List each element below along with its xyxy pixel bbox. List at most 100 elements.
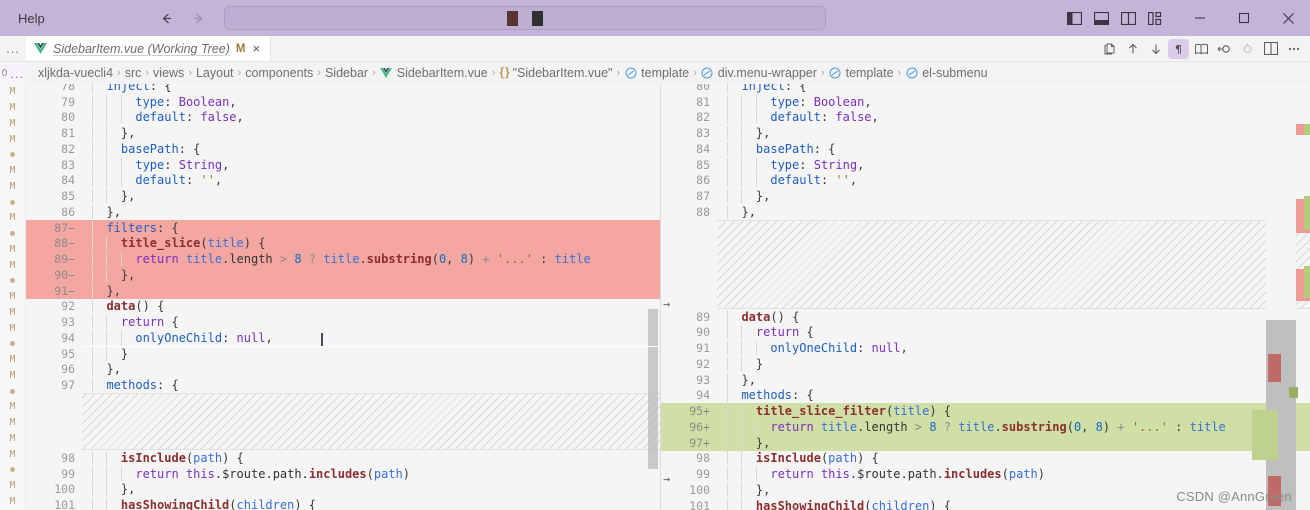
show-unchanged-icon[interactable] (1237, 39, 1258, 59)
line-number[interactable]: 97+ (661, 436, 717, 450)
code-line[interactable]: 81 type: Boolean, (661, 94, 1310, 110)
code-line[interactable]: 88 }, (661, 204, 1310, 220)
code-line[interactable]: 92 data() { (26, 299, 660, 315)
menu-item-help[interactable]: Help (10, 8, 53, 29)
code-line[interactable]: 94 methods: { (661, 388, 1310, 404)
toggle-whitespace-icon[interactable]: ¶ (1168, 38, 1189, 59)
line-number[interactable]: 81 (26, 126, 82, 140)
back-arrow-icon[interactable] (158, 9, 176, 27)
breadcrumb-item-sidebar[interactable]: Sidebar (325, 66, 368, 80)
code-line[interactable]: 100 }, (661, 482, 1310, 498)
code-line[interactable]: 101 hasShowingChild(children) { (26, 497, 660, 510)
line-number[interactable]: 86 (26, 205, 82, 219)
code-text[interactable]: } (717, 356, 1310, 371)
code-line[interactable]: 98 isInclude(path) { (26, 450, 660, 466)
code-text[interactable]: return this.$route.path.includes(path) (82, 466, 660, 481)
code-line[interactable]: 85 }, (26, 188, 660, 204)
code-text[interactable]: onlyOneChild: null, (82, 330, 660, 345)
diff-move-change-arrow[interactable]: → (663, 297, 670, 311)
blame-annotation-gutter[interactable]: MMMMMMMMMMMMMMMMMMMM (0, 82, 26, 508)
original-scroll-thumb[interactable] (648, 309, 658, 469)
code-text[interactable]: }, (82, 126, 660, 141)
toggle-panel-icon[interactable] (1093, 10, 1110, 27)
code-line[interactable]: 90− }, (26, 267, 660, 283)
line-number[interactable]: 85 (661, 158, 717, 172)
code-text[interactable]: }, (717, 204, 1310, 219)
breadcrumb-item-src[interactable]: src (125, 66, 142, 80)
diff-original-pane[interactable]: 78 inject: {79 type: Boolean, 80 default:… (26, 84, 660, 510)
code-text[interactable]: inject: { (82, 84, 660, 93)
line-number[interactable]: 82 (26, 142, 82, 156)
window-minimize-button[interactable] (1178, 0, 1222, 36)
code-line[interactable]: 83 type: String, (26, 157, 660, 173)
code-line[interactable]: 94 onlyOneChild: null, (26, 330, 660, 346)
toggle-primary-sidebar-icon[interactable] (1066, 10, 1083, 27)
modified-code-lines[interactable]: 80 inject: {81 type: Boolean, 82 default:… (661, 84, 1310, 510)
code-line[interactable]: 84 basePath: { (661, 141, 1310, 157)
code-text[interactable]: data() { (82, 299, 660, 314)
line-number[interactable]: 78 (26, 84, 82, 93)
code-line[interactable]: 96+ return title.length > 8 ? title.subs… (661, 419, 1310, 435)
tab-close-icon[interactable]: × (252, 42, 262, 55)
code-text[interactable]: default: false, (82, 110, 660, 125)
open-changes-icon[interactable] (1191, 39, 1212, 59)
diff-modified-pane[interactable]: 80 inject: {81 type: Boolean, 82 default:… (661, 84, 1310, 510)
code-text[interactable]: hasShowingChild(children) { (82, 498, 660, 510)
line-number[interactable]: 93 (26, 315, 82, 329)
line-number[interactable]: 93 (661, 373, 717, 387)
code-text[interactable]: return title.length > 8 ? title.substrin… (82, 252, 660, 267)
line-number[interactable]: 82 (661, 110, 717, 124)
breadcrumb-item-sidebaritem-vue[interactable]: { } "SidebarItem.vue" (499, 66, 612, 80)
line-number[interactable]: 88− (26, 236, 82, 250)
code-line[interactable]: 96 }, (26, 362, 660, 378)
code-line[interactable]: 98 isInclude(path) { (661, 451, 1310, 467)
code-text[interactable]: }, (82, 267, 660, 282)
breadcrumb-item-sidebaritem-vue[interactable]: SidebarItem.vue (380, 66, 488, 80)
window-close-button[interactable] (1266, 0, 1310, 36)
line-number[interactable]: 94 (661, 388, 717, 402)
code-text[interactable]: return { (82, 315, 660, 330)
code-line[interactable]: 78 inject: { (26, 84, 660, 94)
line-number[interactable]: 84 (661, 142, 717, 156)
diff-move-change-arrow[interactable]: → (663, 472, 670, 486)
code-text[interactable]: basePath: { (82, 141, 660, 156)
breadcrumb-item-views[interactable]: views (153, 66, 184, 80)
code-line[interactable]: 86 default: '', (661, 173, 1310, 189)
line-number[interactable]: 96 (26, 362, 82, 376)
code-line[interactable]: 86 }, (26, 204, 660, 220)
code-text[interactable]: return title.length > 8 ? title.substrin… (717, 419, 1310, 434)
code-line[interactable]: 79 type: Boolean, (26, 94, 660, 110)
line-number[interactable]: 81 (661, 95, 717, 109)
code-line[interactable]: 92 } (661, 356, 1310, 372)
code-text[interactable]: }, (82, 189, 660, 204)
code-line[interactable]: 95 } (26, 346, 660, 362)
code-text[interactable]: filters: { (82, 220, 660, 235)
line-number[interactable]: 87 (661, 189, 717, 203)
line-number[interactable]: 88 (661, 205, 717, 219)
breadcrumb-item-el-submenu[interactable]: el-submenu (905, 66, 988, 80)
code-line[interactable]: 83 }, (661, 125, 1310, 141)
code-line[interactable]: 90 return { (661, 325, 1310, 341)
code-text[interactable]: }, (717, 126, 1310, 141)
line-number[interactable]: 83 (26, 158, 82, 172)
code-line[interactable]: 100 }, (26, 482, 660, 498)
original-pane-scrollbar[interactable] (646, 84, 660, 510)
code-line[interactable]: 93 }, (661, 372, 1310, 388)
code-line[interactable]: 99 return this.$route.path.includes(path… (661, 466, 1310, 482)
original-code-lines[interactable]: 78 inject: {79 type: Boolean, 80 default:… (26, 84, 660, 510)
forward-arrow-icon[interactable] (190, 9, 208, 27)
line-number[interactable]: 79 (26, 95, 82, 109)
customize-layout-icon[interactable] (1147, 10, 1164, 27)
code-text[interactable]: } (82, 346, 660, 361)
tab-overflow-button[interactable]: ... (0, 36, 26, 61)
line-number[interactable]: 89− (26, 252, 82, 266)
line-number[interactable]: 91 (661, 341, 717, 355)
open-file-icon[interactable] (1099, 39, 1120, 59)
code-text[interactable]: }, (717, 372, 1310, 387)
code-text[interactable]: }, (717, 189, 1310, 204)
overview-ruler[interactable] (1296, 84, 1310, 510)
next-change-icon[interactable] (1145, 39, 1166, 59)
code-text[interactable]: type: Boolean, (82, 94, 660, 109)
code-text[interactable]: isInclude(path) { (717, 451, 1310, 466)
previous-change-icon[interactable] (1122, 39, 1143, 59)
